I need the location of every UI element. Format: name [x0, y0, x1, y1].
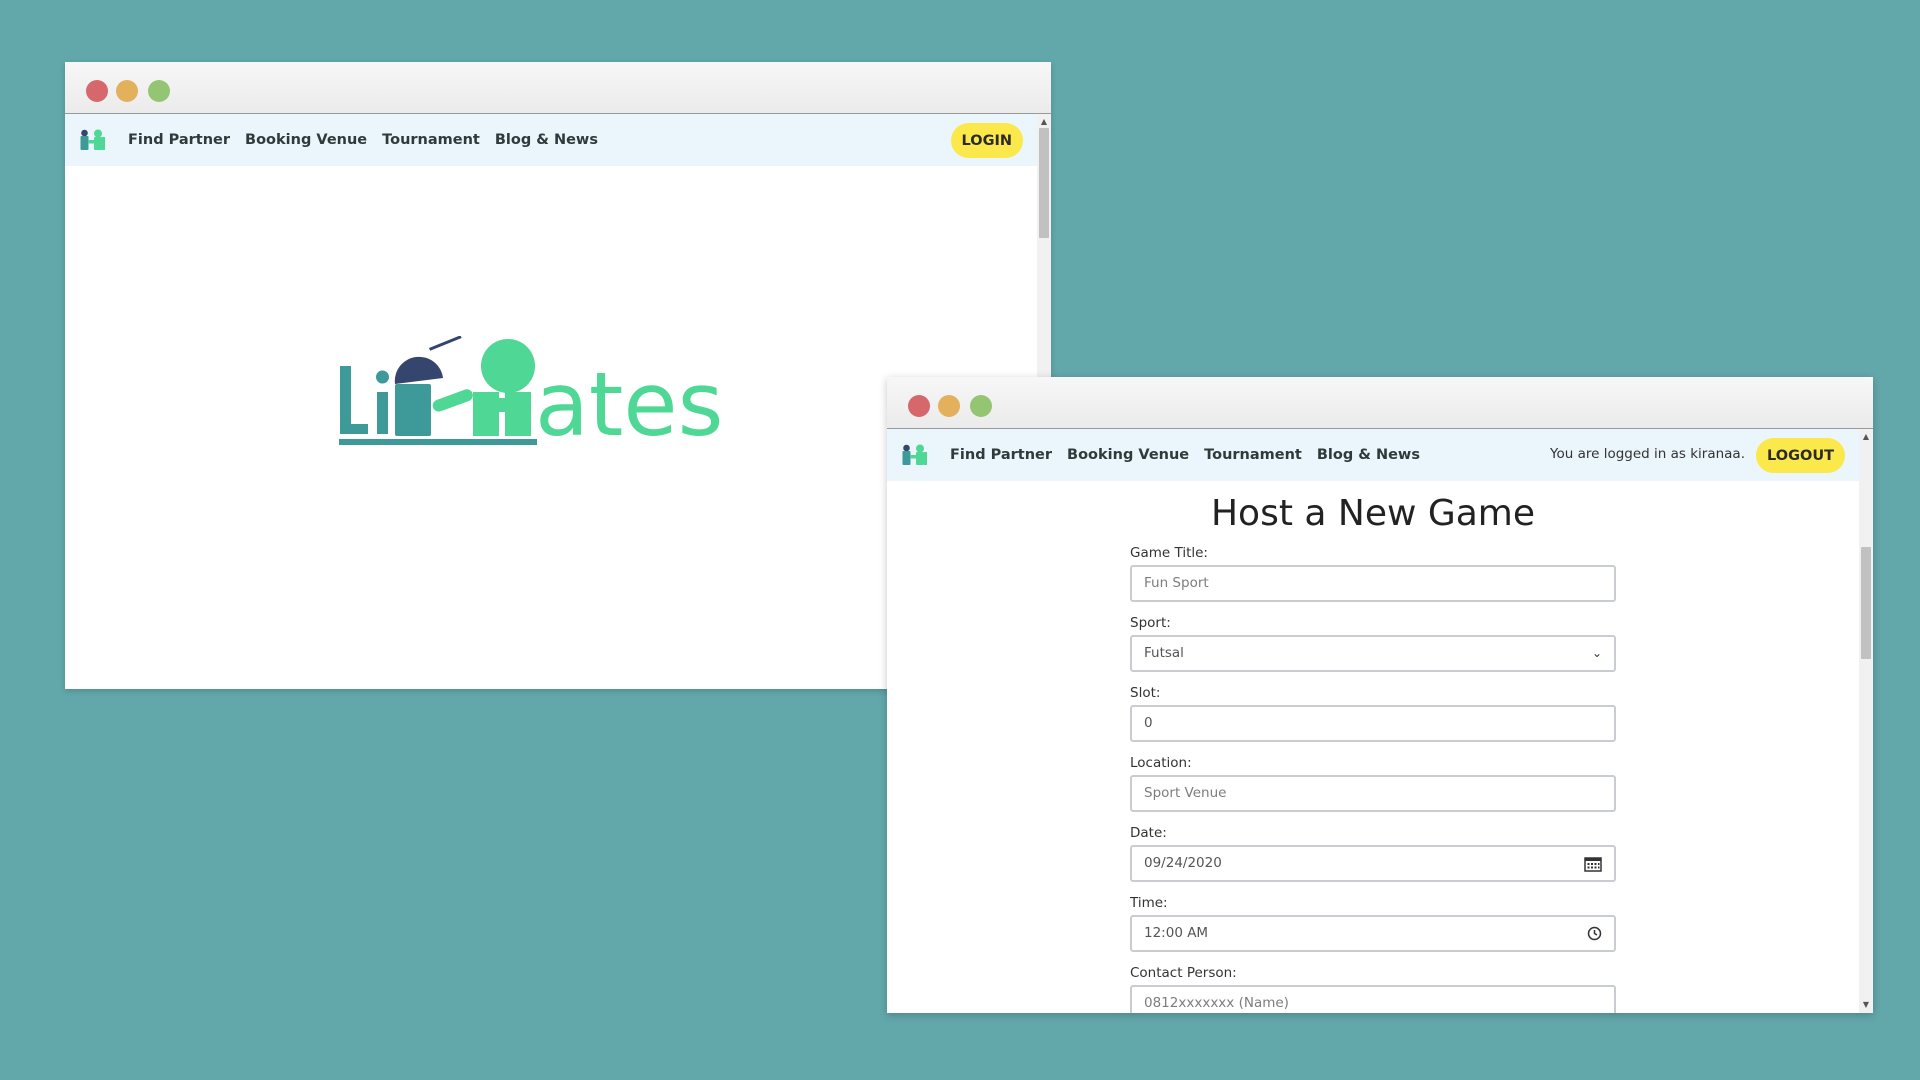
close-window-button[interactable]: [908, 395, 930, 417]
location-input[interactable]: Sport Venue: [1130, 775, 1616, 812]
contact-input[interactable]: 0812xxxxxxx (Name): [1130, 985, 1616, 1013]
nav-link-tournament[interactable]: Tournament: [382, 132, 480, 148]
nav-link-tournament[interactable]: Tournament: [1204, 447, 1302, 463]
login-button[interactable]: LOGIN: [950, 123, 1023, 158]
nav-link-blog-news[interactable]: Blog & News: [1317, 447, 1420, 463]
sport-selected-value: Futsal: [1144, 645, 1184, 661]
close-window-button[interactable]: [86, 80, 108, 102]
page-title: Host a New Game: [1210, 493, 1536, 534]
host-game-form: Game Title: Fun Sport Sport: Futsal ⌄ Sl…: [1130, 545, 1616, 1013]
nav-link-booking-venue[interactable]: Booking Venue: [1067, 447, 1189, 463]
location-label: Location:: [1130, 755, 1192, 771]
slot-input[interactable]: 0: [1130, 705, 1616, 742]
scrollbar-thumb[interactable]: [1861, 547, 1871, 659]
date-input[interactable]: 09/24/2020: [1130, 845, 1616, 882]
slot-label: Slot:: [1130, 685, 1161, 701]
minimize-window-button[interactable]: [116, 80, 138, 102]
clock-icon[interactable]: [1587, 926, 1602, 941]
contact-label: Contact Person:: [1130, 965, 1237, 981]
date-value: 09/24/2020: [1144, 855, 1222, 871]
time-value: 12:00 AM: [1144, 925, 1209, 941]
nav-link-blog-news[interactable]: Blog & News: [495, 132, 598, 148]
calendar-icon[interactable]: [1584, 856, 1602, 872]
maximize-window-button[interactable]: [970, 395, 992, 417]
scroll-up-arrow-icon[interactable]: ▲: [1037, 116, 1051, 128]
chevron-down-icon: ⌄: [1591, 646, 1602, 660]
sport-select[interactable]: Futsal ⌄: [1130, 635, 1616, 672]
svg-text:ates: ates: [535, 353, 723, 456]
timates-mark-icon[interactable]: [79, 129, 107, 151]
scroll-up-arrow-icon[interactable]: ▲: [1859, 431, 1873, 443]
date-field: Date: 09/24/2020: [1130, 825, 1616, 882]
game-title-input[interactable]: Fun Sport: [1130, 565, 1616, 602]
time-field: Time: 12:00 AM: [1130, 895, 1616, 952]
logout-button[interactable]: LOGOUT: [1756, 438, 1845, 473]
scrollbar-thumb[interactable]: [1039, 128, 1049, 238]
game-title-field: Game Title: Fun Sport: [1130, 545, 1616, 602]
sport-field: Sport: Futsal ⌄: [1130, 615, 1616, 672]
minimize-window-button[interactable]: [938, 395, 960, 417]
timates-mark-icon[interactable]: [901, 444, 929, 466]
game-title-label: Game Title:: [1130, 545, 1208, 561]
date-label: Date:: [1130, 825, 1167, 841]
location-field: Location: Sport Venue: [1130, 755, 1616, 812]
time-label: Time:: [1130, 895, 1168, 911]
nav-link-booking-venue[interactable]: Booking Venue: [245, 132, 367, 148]
contact-field: Contact Person: 0812xxxxxxx (Name): [1130, 965, 1616, 1013]
host-game-window: Find Partner Booking Venue Tournament Bl…: [887, 377, 1873, 1013]
timates-logo: ates: [339, 336, 723, 456]
nav-link-find-partner[interactable]: Find Partner: [128, 132, 230, 148]
scroll-down-arrow-icon[interactable]: ▼: [1859, 999, 1873, 1011]
time-input[interactable]: 12:00 AM: [1130, 915, 1616, 952]
login-status-text: You are logged in as kiranaa.: [1550, 446, 1745, 462]
window-titlebar: [887, 377, 1873, 429]
sport-label: Sport:: [1130, 615, 1171, 631]
navbar: Find Partner Booking Venue Tournament Bl…: [65, 114, 1037, 166]
slot-field: Slot: 0: [1130, 685, 1616, 742]
maximize-window-button[interactable]: [148, 80, 170, 102]
navbar: Find Partner Booking Venue Tournament Bl…: [887, 429, 1859, 481]
scrollbar[interactable]: ▲ ▼: [1859, 429, 1873, 1013]
window-titlebar: [65, 62, 1051, 114]
page-content: Find Partner Booking Venue Tournament Bl…: [887, 429, 1859, 1013]
nav-link-find-partner[interactable]: Find Partner: [950, 447, 1052, 463]
